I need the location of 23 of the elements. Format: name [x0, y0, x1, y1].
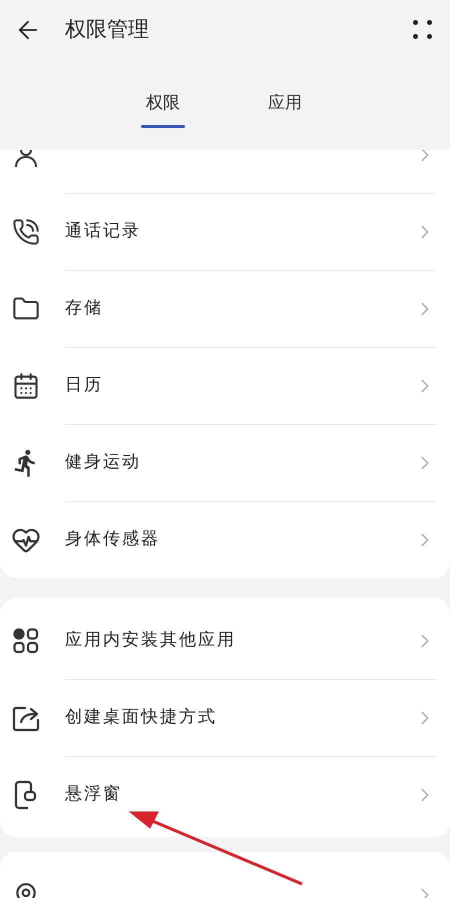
row-label: 应用内安装其他应用: [65, 628, 236, 652]
permission-row[interactable]: 通话记录: [0, 193, 450, 270]
row-label: 日历: [65, 374, 103, 398]
permission-row[interactable]: 应用内安装其他应用: [0, 602, 450, 679]
permission-row[interactable]: 存储: [0, 270, 450, 347]
apps-grid-icon: [12, 626, 40, 654]
row-label: 悬浮窗: [65, 783, 122, 806]
permission-row[interactable]: 日历: [0, 347, 450, 424]
row-label: 身体传感器: [65, 528, 160, 552]
permission-row[interactable]: 健身运动: [0, 424, 450, 501]
row-label: 健身运动: [65, 451, 141, 474]
row-label: 通话记录: [65, 220, 141, 244]
tab[interactable]: 权限: [141, 91, 185, 128]
page-title: 权限管理: [65, 16, 149, 44]
floating-window-icon: [14, 780, 38, 810]
permission-row[interactable]: 身体传感器: [0, 501, 450, 578]
phone-icon: [12, 218, 40, 246]
folder-icon: [12, 294, 40, 322]
row-label: 创建桌面快捷方式: [65, 706, 217, 730]
calendar-icon: [12, 372, 40, 400]
permission-row[interactable]: 创建桌面快捷方式: [0, 679, 450, 756]
tab[interactable]: 应用: [263, 91, 307, 128]
row-label: 存储: [65, 297, 103, 320]
